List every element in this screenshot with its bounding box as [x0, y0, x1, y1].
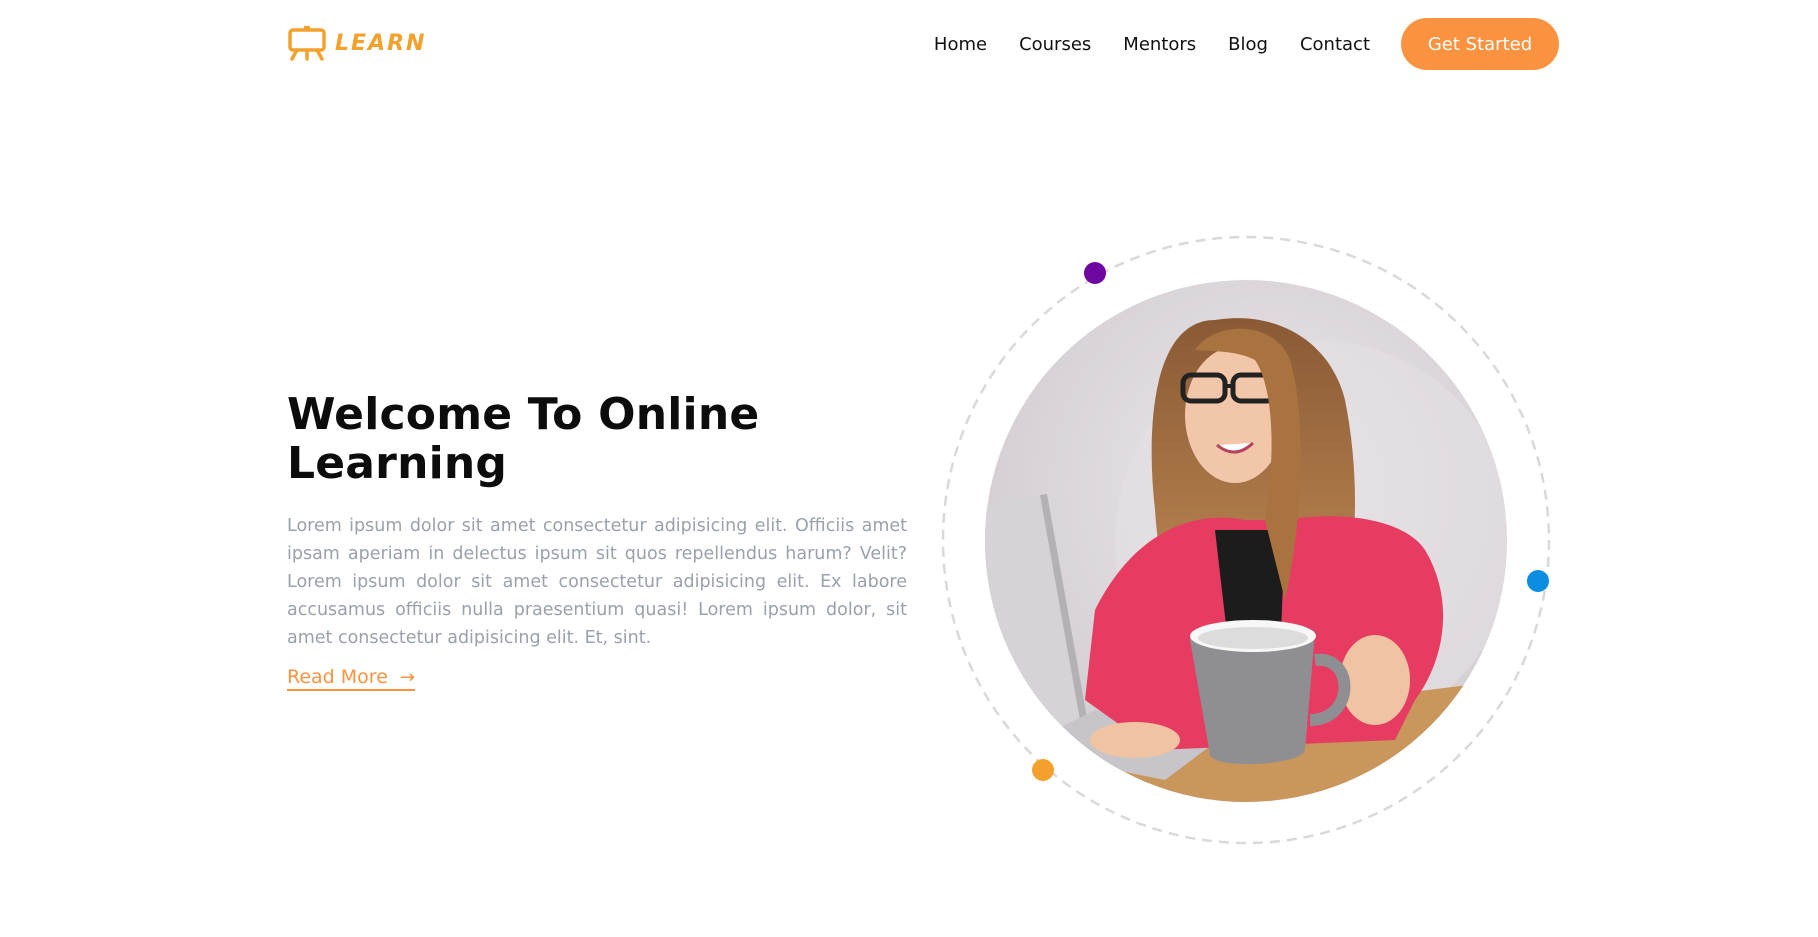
nav-link-blog[interactable]: Blog [1228, 34, 1268, 55]
hero-visual [941, 235, 1551, 845]
main-nav: Home Courses Mentors Blog Contact Get St… [934, 18, 1559, 70]
presentation-board-icon [288, 26, 326, 61]
woman-at-laptop-photo [985, 280, 1507, 802]
nav-link-home[interactable]: Home [934, 34, 987, 55]
hero-description: Lorem ipsum dolor sit amet consectetur a… [287, 516, 907, 648]
get-started-button[interactable]: Get Started [1401, 18, 1559, 70]
read-more-label: Read More [287, 666, 388, 688]
brand-name: LEARN [335, 30, 427, 56]
logo-link[interactable]: LEARN [287, 25, 426, 61]
hero-section: Welcome To Online Learning Lorem ipsum d… [287, 390, 907, 691]
nav-link-courses[interactable]: Courses [1019, 34, 1091, 55]
blue-orbit-dot [1527, 570, 1549, 592]
nav-link-mentors[interactable]: Mentors [1123, 34, 1196, 55]
purple-orbit-dot [1084, 262, 1106, 284]
nav-link-contact[interactable]: Contact [1300, 34, 1370, 55]
hero-photo [985, 280, 1507, 802]
hero-title: Welcome To Online Learning [287, 389, 760, 489]
read-more-link[interactable]: Read More → [287, 666, 415, 691]
arrow-right-icon: → [399, 666, 415, 688]
yellow-orbit-dot [1032, 759, 1054, 781]
